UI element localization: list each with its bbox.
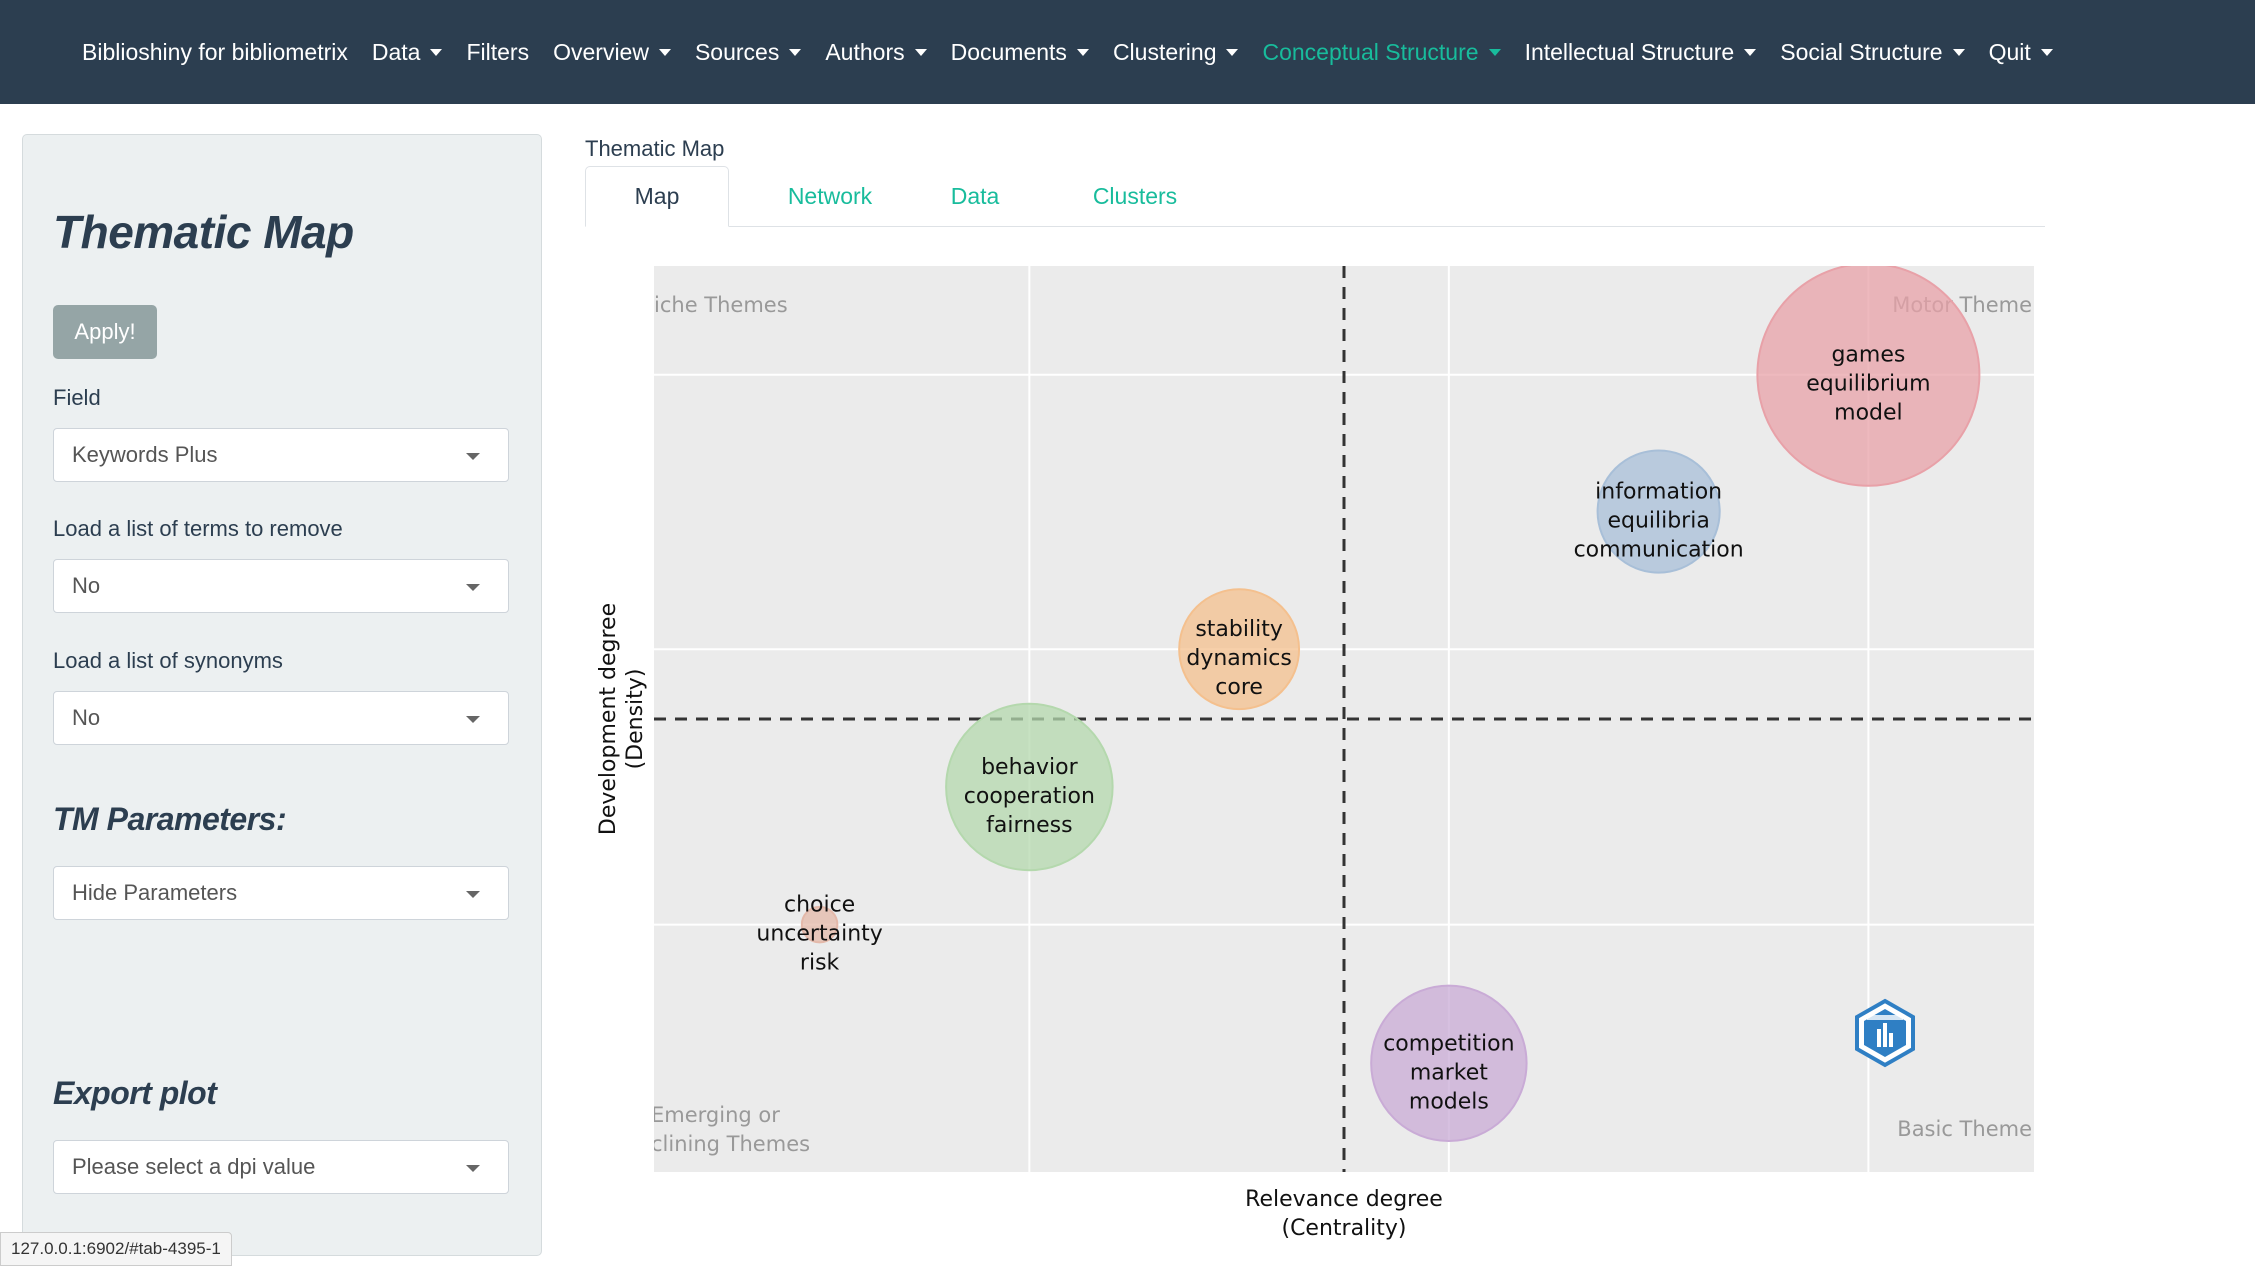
nav-item-label: Intellectual Structure	[1524, 38, 1735, 65]
tab-bar: Map Network Data Clusters	[585, 166, 2045, 227]
nav-item-data[interactable]: Data	[372, 39, 443, 66]
nav-item-label: Filters	[466, 38, 530, 65]
x-axis-label: Relevance degree (Centrality)	[1245, 1187, 1443, 1240]
remove-terms-select[interactable]: No	[53, 559, 509, 613]
bibliometrix-logo	[1855, 998, 1915, 1068]
nav-item-documents[interactable]: Documents	[951, 39, 1089, 66]
caret-down-icon	[658, 48, 671, 56]
nav-item-label: Documents	[950, 38, 1067, 65]
nav-item-conceptual-structure[interactable]: Conceptual Structure	[1262, 38, 1501, 66]
nav-item-sources[interactable]: Sources	[694, 38, 802, 66]
field-select[interactable]: Keywords Plus	[53, 428, 509, 482]
nav-item-label: Authors	[825, 38, 905, 65]
nav-item-filters[interactable]: Filters	[466, 39, 529, 66]
chevron-down-icon	[466, 891, 480, 898]
caret-down-icon	[1488, 48, 1501, 56]
synonyms-label: Load a list of synonyms	[53, 648, 283, 673]
tm-parameters-title: TM Parameters:	[53, 801, 287, 837]
remove-terms-value: No	[72, 573, 101, 598]
chevron-down-icon	[466, 716, 480, 723]
y-axis-label: Development degree(Density)	[596, 603, 648, 835]
y-axis-title: Development degree(Density)	[596, 603, 648, 835]
caret-down-icon	[2040, 48, 2053, 56]
nav-menu: Data Filters Overview Sources Authors Documen…	[360, 39, 2065, 66]
synonyms-select[interactable]: No	[53, 691, 509, 745]
caret-down-icon	[430, 48, 443, 56]
nav-item-label: Conceptual Structure	[1262, 38, 1479, 65]
x-axis-title: Relevance degree (Centrality)	[1245, 1187, 1443, 1240]
tab-data[interactable]: Data	[915, 166, 1035, 226]
caret-down-icon	[789, 48, 802, 56]
caret-down-icon	[914, 48, 927, 56]
tab-network[interactable]: Network	[755, 166, 905, 226]
thematic-map-plot: iche Themes Motor Theme Emerging or clini…	[596, 266, 2034, 1240]
main-panel-title: Thematic Map	[585, 136, 725, 161]
chevron-down-icon	[466, 1165, 480, 1172]
remove-terms-label: Load a list of terms to remove	[53, 516, 343, 541]
dpi-select-placeholder: Please select a dpi value	[72, 1154, 316, 1179]
parameters-select-value: Hide Parameters	[72, 880, 238, 905]
parameters-select[interactable]: Hide Parameters	[53, 866, 509, 920]
nav-item-label: Quit	[1988, 38, 2031, 65]
export-plot-title: Export plot	[53, 1075, 217, 1111]
nav-item-intellectual-structure[interactable]: Intellectual Structure	[1525, 39, 1757, 66]
field-select-value: Keywords Plus	[72, 442, 218, 467]
navbar-brand[interactable]: Biblioshiny for bibliometrix	[82, 39, 348, 66]
nav-item-quit[interactable]: Quit	[1989, 39, 2053, 66]
nav-item-label: Clustering	[1112, 38, 1217, 65]
quadrant-label-niche: iche Themes	[654, 293, 788, 317]
sidebar-panel: Thematic Map Apply! Field Keywords Plus …	[22, 134, 542, 1256]
chevron-down-icon	[466, 584, 480, 591]
field-label: Field	[53, 385, 101, 410]
nav-item-clustering[interactable]: Clustering	[1113, 39, 1239, 66]
tab-clusters[interactable]: Clusters	[1055, 166, 1215, 226]
tab-map[interactable]: Map	[585, 166, 729, 227]
nav-item-overview[interactable]: Overview	[553, 39, 671, 66]
nav-item-label: Social Structure	[1780, 38, 1943, 65]
nav-item-label: Data	[371, 38, 421, 65]
caret-down-icon	[1076, 48, 1089, 56]
nav-item-authors[interactable]: Authors	[825, 38, 927, 66]
dpi-select[interactable]: Please select a dpi value	[53, 1140, 509, 1194]
apply-button[interactable]: Apply!	[53, 305, 157, 359]
caret-down-icon	[1744, 48, 1757, 56]
quadrant-label-basic: Basic Theme	[1897, 1117, 2032, 1141]
nav-item-social-structure[interactable]: Social Structure	[1780, 38, 1965, 66]
caret-down-icon	[1226, 48, 1239, 56]
synonyms-value: No	[72, 705, 101, 730]
nav-item-label: Overview	[553, 38, 649, 65]
nav-item-label: Sources	[694, 38, 780, 65]
navbar: Biblioshiny for bibliometrix Data Filters…	[0, 0, 2255, 104]
caret-down-icon	[1952, 48, 1965, 56]
sidebar-title: Thematic Map	[53, 206, 354, 258]
chevron-down-icon	[466, 453, 480, 460]
status-bar-url: 127.0.0.1:6902/#tab-4395-1	[0, 1232, 232, 1266]
